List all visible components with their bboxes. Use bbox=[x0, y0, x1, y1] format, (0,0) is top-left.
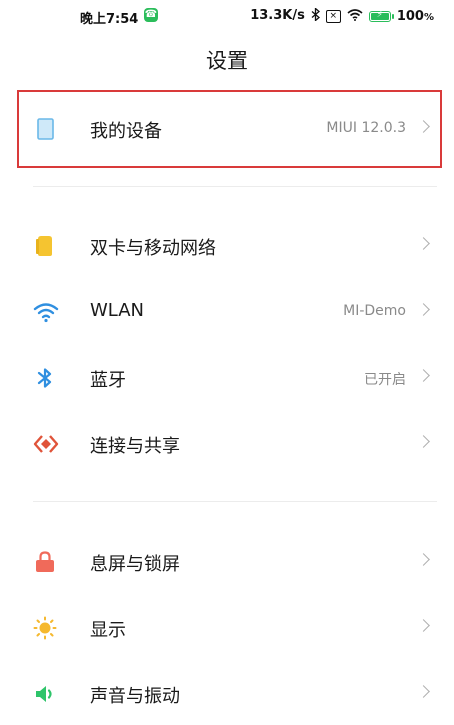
settings-item-bluetooth[interactable]: 蓝牙 已开启 bbox=[0, 350, 454, 406]
wifi-icon bbox=[347, 8, 363, 24]
settings-item-my-device[interactable]: 我的设备 MIUI 12.0.3 bbox=[0, 101, 454, 157]
status-bar: 晚上7:54 ☎ 13.3K/s × ⚡ 100% bbox=[0, 0, 454, 32]
settings-item-value: MI-Demo bbox=[343, 303, 406, 319]
settings-item-value: 已开启 bbox=[364, 372, 406, 388]
settings-item-label: 声音与振动 bbox=[90, 686, 180, 707]
settings-item-label: 连接与共享 bbox=[90, 436, 180, 457]
section-divider bbox=[33, 186, 437, 187]
chevron-right-icon bbox=[417, 120, 430, 133]
speaker-icon bbox=[33, 682, 57, 706]
status-right-group: 13.3K/s × ⚡ 100% bbox=[250, 7, 434, 24]
sun-icon bbox=[33, 616, 57, 640]
lock-icon bbox=[33, 550, 57, 574]
section-divider bbox=[33, 501, 437, 502]
share-icon bbox=[33, 432, 59, 456]
settings-item-label: 蓝牙 bbox=[90, 370, 126, 391]
chevron-right-icon bbox=[417, 303, 430, 316]
network-speed: 13.3K/s bbox=[250, 8, 305, 23]
battery-charging-icon: ⚡ bbox=[368, 10, 394, 22]
page-title: 设置 bbox=[206, 49, 248, 73]
settings-item-sound[interactable]: 声音与振动 bbox=[0, 666, 454, 722]
settings-item-display[interactable]: 显示 bbox=[0, 600, 454, 656]
settings-item-label: WLAN bbox=[90, 300, 145, 321]
chevron-right-icon bbox=[417, 369, 430, 382]
settings-item-value: MIUI 12.0.3 bbox=[326, 120, 406, 136]
chevron-right-icon bbox=[417, 685, 430, 698]
no-sim-icon: × bbox=[325, 9, 341, 23]
settings-item-label: 显示 bbox=[90, 620, 126, 641]
settings-item-dual-sim[interactable]: 双卡与移动网络 bbox=[0, 218, 454, 274]
settings-item-wlan[interactable]: WLAN MI-Demo bbox=[0, 284, 454, 340]
tablet-icon bbox=[33, 117, 57, 141]
bluetooth-icon bbox=[311, 7, 320, 24]
chevron-right-icon bbox=[417, 435, 430, 448]
settings-item-lock-screen[interactable]: 息屏与锁屏 bbox=[0, 534, 454, 590]
settings-item-label: 息屏与锁屏 bbox=[90, 554, 180, 575]
status-time: 晚上7:54 bbox=[80, 12, 139, 27]
settings-item-connection-sharing[interactable]: 连接与共享 bbox=[0, 416, 454, 472]
chevron-right-icon bbox=[417, 553, 430, 566]
chevron-right-icon bbox=[417, 619, 430, 632]
settings-item-label: 我的设备 bbox=[90, 121, 162, 142]
phone-call-icon: ☎ bbox=[144, 8, 158, 22]
sim-card-icon bbox=[33, 234, 57, 258]
settings-item-label: 双卡与移动网络 bbox=[90, 238, 216, 259]
bluetooth-icon bbox=[33, 366, 57, 390]
chevron-right-icon bbox=[417, 237, 430, 250]
wifi-icon bbox=[33, 300, 59, 324]
battery-percentage: 100% bbox=[396, 8, 434, 24]
